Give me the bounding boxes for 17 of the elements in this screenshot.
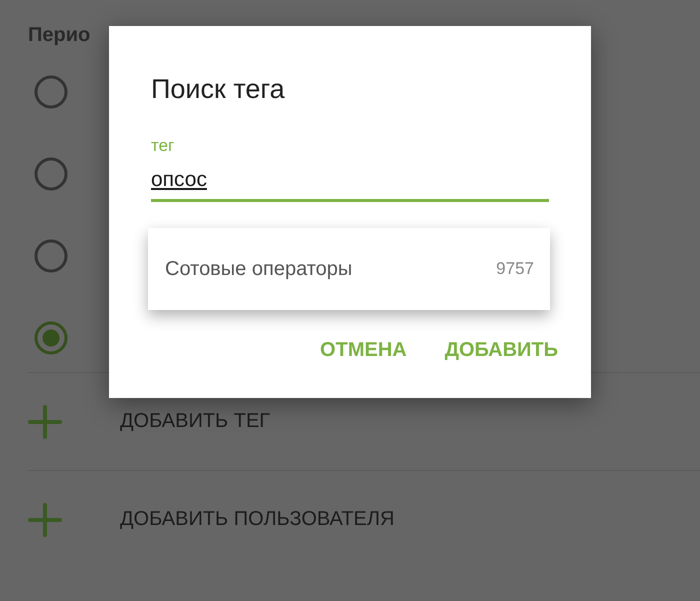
radio-button[interactable]	[34, 239, 68, 273]
radio-button[interactable]	[34, 321, 68, 355]
dialog-button[interactable]: ДОБАВИТЬ	[444, 339, 558, 362]
field-label: тег	[151, 136, 176, 156]
radio-button[interactable]	[34, 157, 68, 191]
dialog-button[interactable]: ОТМЕНА	[320, 339, 407, 362]
dialog-title: Поиск тега	[151, 74, 286, 106]
suggestion-name: Сотовые операторы	[165, 258, 352, 280]
add-action[interactable]: ДОБАВИТЬ ТЕГ	[120, 410, 270, 433]
add-action[interactable]: ДОБАВИТЬ ПОЛЬЗОВАТЕЛЯ	[120, 508, 394, 531]
suggestion-item[interactable]: Сотовые операторы 9757	[148, 228, 550, 310]
radio-button[interactable]	[34, 75, 68, 109]
plus-icon[interactable]	[28, 404, 62, 438]
section-title: Перио	[28, 23, 92, 48]
tag-count: 9757	[496, 259, 534, 279]
tag-input-field[interactable]: опсос	[151, 168, 549, 202]
plus-icon[interactable]	[28, 502, 62, 536]
